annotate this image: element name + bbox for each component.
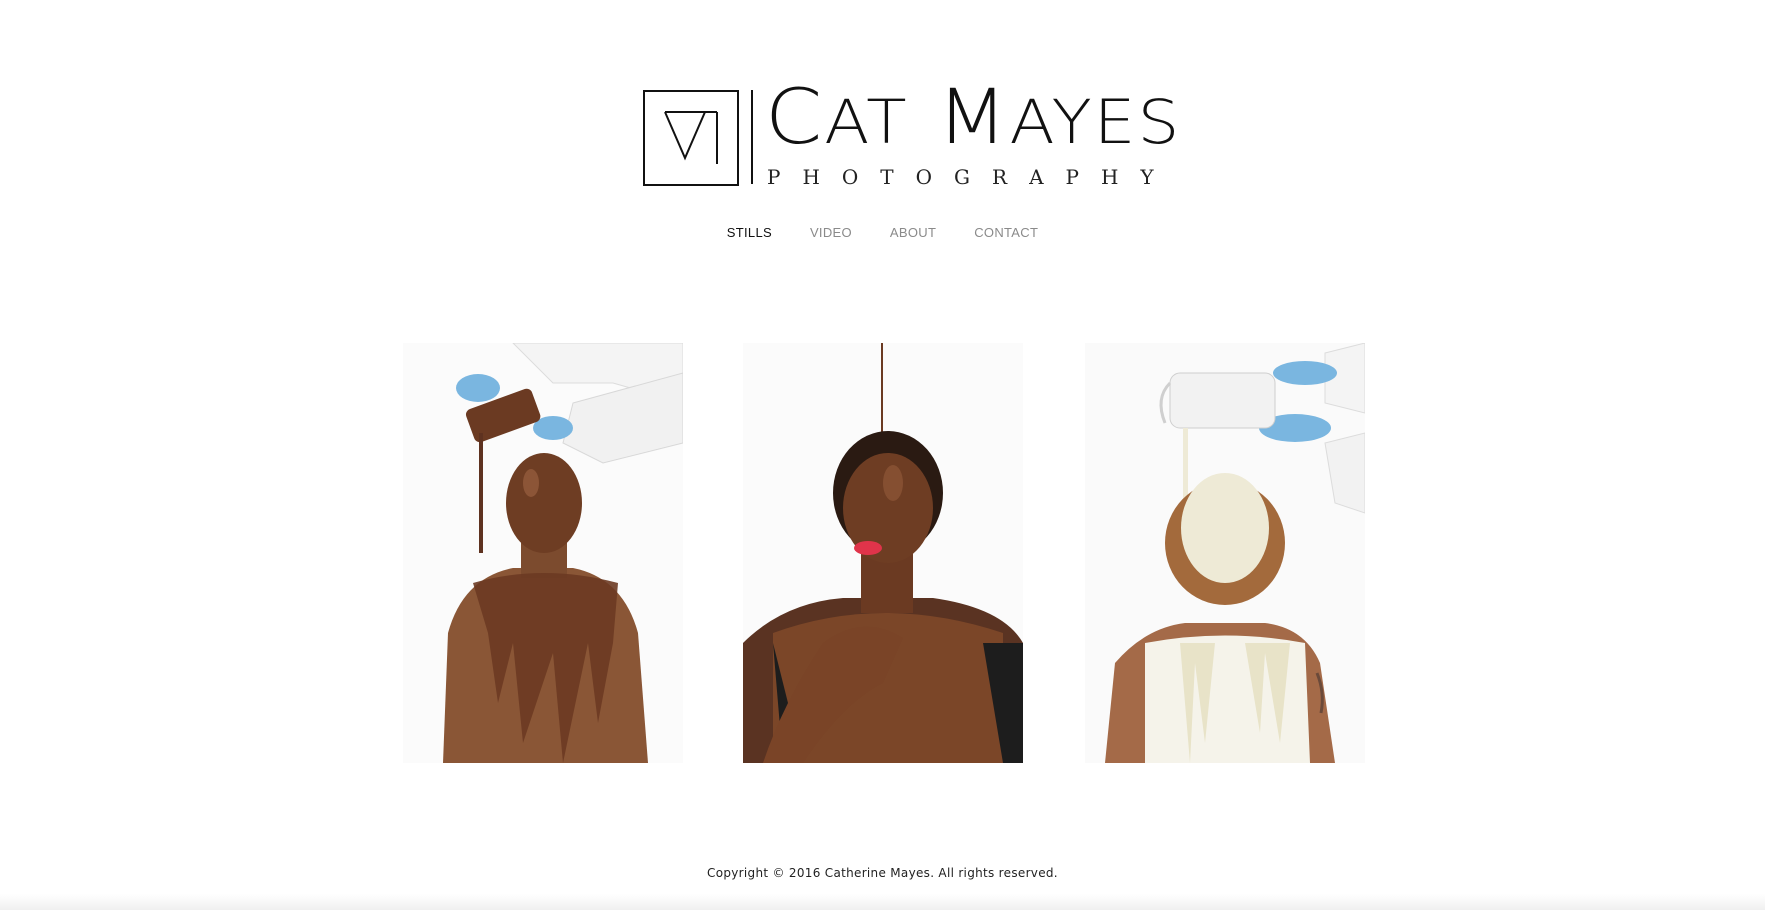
nav-stills[interactable]: STILLS: [727, 225, 772, 240]
nav-contact[interactable]: CONTACT: [974, 225, 1038, 240]
gallery-photo-2[interactable]: [743, 343, 1023, 763]
main-nav: STILLS VIDEO ABOUT CONTACT: [0, 225, 1765, 240]
logo-divider: [751, 90, 753, 184]
footer-copyright: Copyright © 2016 Catherine Mayes. All ri…: [707, 866, 1058, 880]
photo-chocolate-pour-image: [403, 343, 683, 763]
gallery-photo-1[interactable]: [403, 343, 683, 763]
nav-about[interactable]: ABOUT: [890, 225, 936, 240]
logo-wordmark: CAT MAYES: [765, 74, 1182, 162]
bottom-fade: [0, 894, 1765, 910]
nav-video[interactable]: VIDEO: [810, 225, 852, 240]
logo-mark-icon: [643, 90, 739, 186]
gallery-photo-3[interactable]: [1085, 343, 1365, 763]
logo-tagline: PHOTOGRAPHY: [767, 165, 1176, 189]
photo-chocolate-drip-image: [743, 343, 1023, 763]
page: CAT MAYES PHOTOGRAPHY STILLS VIDEO ABOUT…: [0, 0, 1765, 910]
photo-milk-pour-image: [1085, 343, 1365, 763]
site-logo[interactable]: CAT MAYES PHOTOGRAPHY: [643, 74, 1179, 192]
